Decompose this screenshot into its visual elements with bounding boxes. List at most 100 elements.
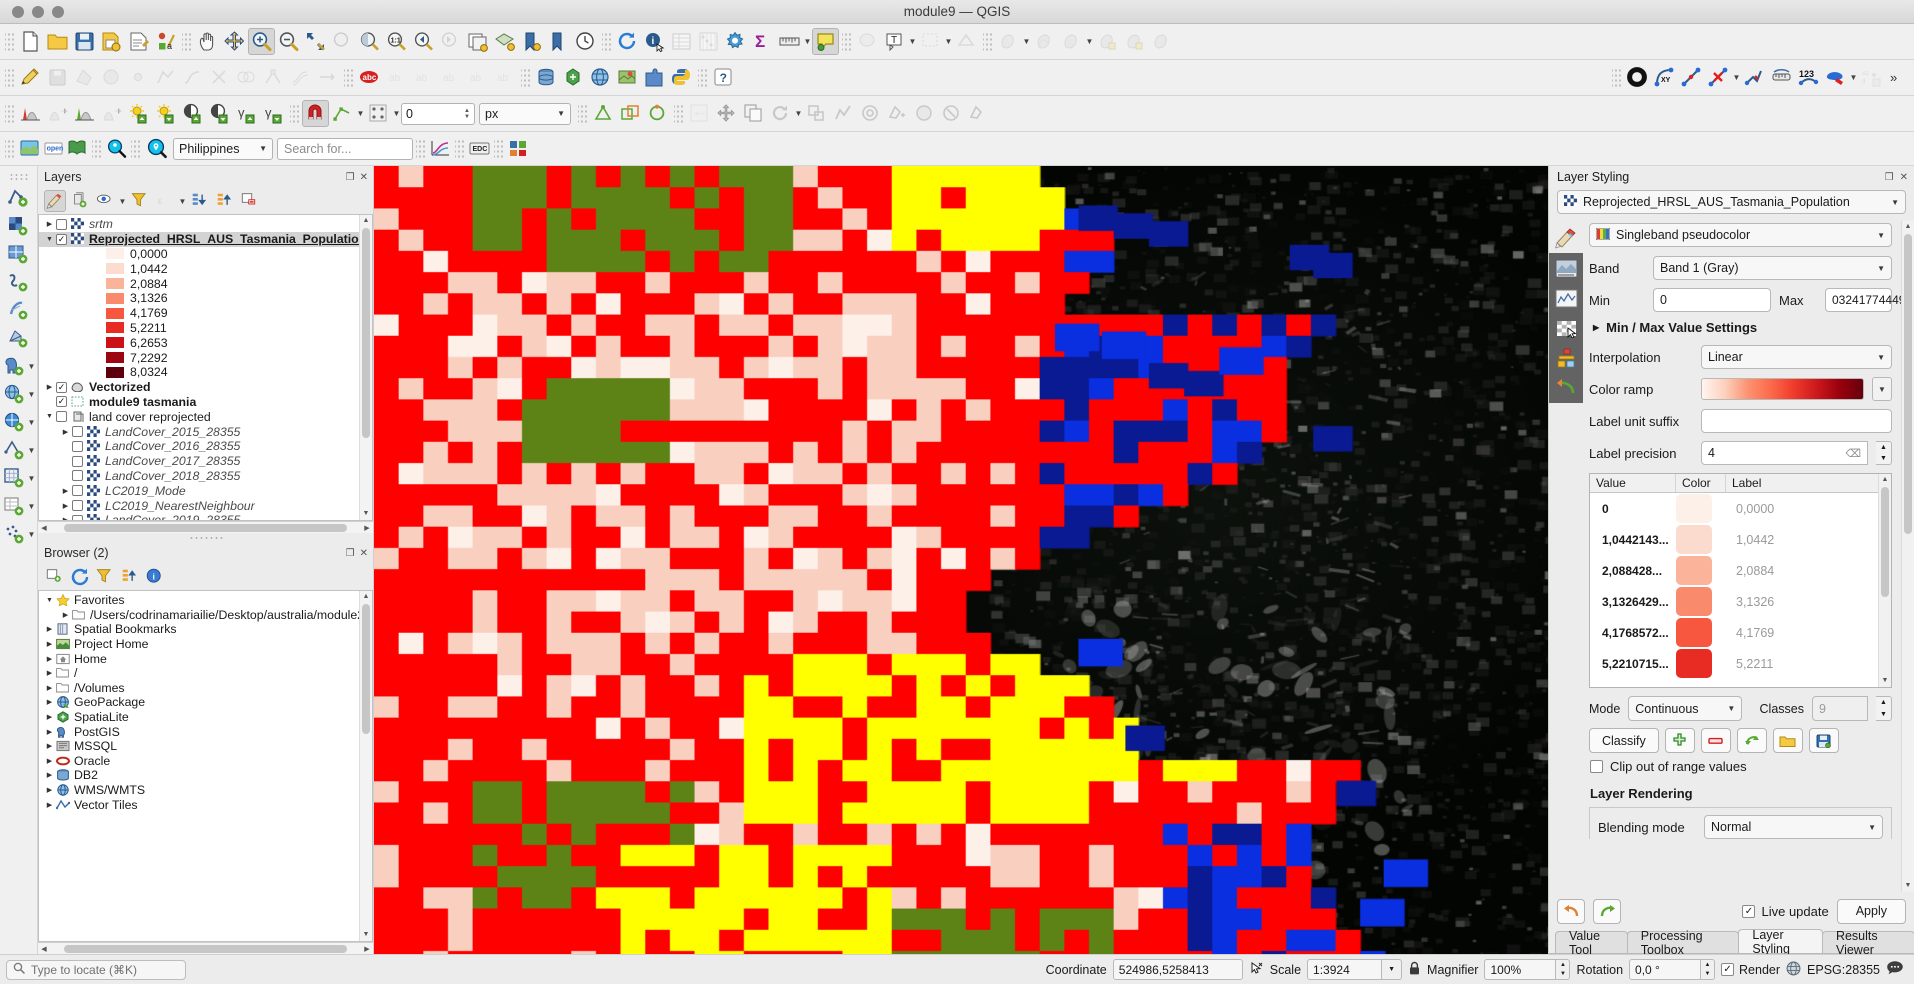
layer-styling-close-icon[interactable]: ✕ [1900, 172, 1908, 183]
layer-visibility-checkbox[interactable]: ✓ [56, 396, 67, 408]
histogram-stretch-full-icon[interactable] [44, 100, 71, 127]
toggle-editing-icon[interactable] [17, 64, 44, 91]
zoom-to-selection-icon[interactable] [329, 28, 356, 55]
class-value[interactable]: 2,088428... [1590, 564, 1676, 578]
increase-contrast-icon[interactable] [179, 100, 206, 127]
pan-map-icon[interactable] [194, 28, 221, 55]
help-icon[interactable]: ? [710, 64, 737, 91]
toolbar-handle[interactable] [5, 137, 14, 160]
topological-editing-icon[interactable] [590, 100, 617, 127]
scroll-right-arrow-icon[interactable]: ▶ [361, 524, 373, 532]
tree-item[interactable]: Spatial Bookmarks [39, 622, 372, 637]
delete-part-icon[interactable] [965, 100, 992, 127]
split-features-icon[interactable] [206, 64, 233, 91]
expand-all-icon[interactable] [189, 190, 211, 212]
band-combo[interactable]: Band 1 (Gray) ▼ [1653, 256, 1892, 280]
move-label-icon[interactable]: ab [437, 64, 464, 91]
rotate-feature-icon[interactable] [1031, 28, 1058, 55]
add-line-vertex-icon[interactable] [1678, 64, 1705, 91]
class-table-row[interactable]: 1,0442143... 1,0442 [1590, 524, 1891, 555]
min-input[interactable]: 0 [1653, 288, 1771, 312]
shape-tool-icon[interactable] [1822, 64, 1849, 91]
chevron-right-icon[interactable] [59, 516, 72, 520]
scroll-down-arrow-icon[interactable]: ▼ [363, 508, 370, 520]
max-input[interactable]: 0324177444918003 [1825, 288, 1914, 312]
scroll-left-arrow-icon[interactable]: ◀ [38, 524, 50, 532]
toolbar-handle[interactable] [5, 66, 14, 89]
renderer-type-combo[interactable]: Singleband pseudocolor ▼ [1589, 223, 1892, 247]
class-label[interactable]: 0,0000 [1726, 502, 1774, 516]
new-3d-map-view-icon[interactable] [491, 28, 518, 55]
layers-panel-float-icon[interactable]: ❐ [346, 172, 355, 183]
class-color-cell[interactable] [1676, 649, 1726, 678]
crs-icon[interactable] [1786, 961, 1801, 979]
scale-combo[interactable]: 1:3924 ▼ [1307, 959, 1403, 980]
tree-item[interactable]: 1,0442 [39, 261, 372, 276]
chevron-right-icon[interactable] [43, 728, 56, 736]
minimize-window-button[interactable] [32, 5, 44, 18]
classify-button[interactable]: Classify [1589, 728, 1659, 753]
numeric-vertex-icon[interactable]: 123 [1795, 64, 1822, 91]
tree-item[interactable]: GeoPackage [39, 695, 372, 710]
open-book-icon[interactable] [65, 137, 89, 161]
class-value[interactable]: 1,0442143... [1590, 533, 1676, 547]
tree-item[interactable]: Vector Tiles [39, 797, 372, 812]
open-data-icon[interactable]: open [41, 137, 65, 161]
chevron-right-icon[interactable] [43, 771, 56, 779]
layer-visibility-checkbox[interactable] [56, 411, 67, 423]
chevron-down-icon[interactable]: ▼ [27, 410, 36, 434]
trace-icon[interactable] [179, 64, 206, 91]
new-gpx-layer-icon[interactable] [6, 325, 32, 351]
class-color-swatch[interactable] [1676, 618, 1712, 647]
tree-item[interactable]: LandCover_2015_28355 [39, 424, 372, 439]
temporal-controller-icon[interactable] [506, 137, 530, 161]
select-features-icon[interactable] [854, 28, 881, 55]
rotation-spinner[interactable]: 0,0 ° ▲ ▼ [1629, 959, 1716, 980]
class-color-cell[interactable] [1676, 525, 1726, 554]
scroll-down-arrow-icon[interactable]: ▼ [1905, 880, 1912, 892]
chevron-right-icon[interactable] [43, 655, 56, 663]
load-color-map-button[interactable] [1772, 728, 1803, 753]
self-snapping-icon[interactable] [644, 100, 671, 127]
enable-snapping-icon[interactable] [302, 100, 329, 127]
message-log-icon[interactable] [1886, 960, 1904, 979]
tree-item[interactable]: PostGIS [39, 724, 372, 739]
local-histogram-full-icon[interactable] [98, 100, 125, 127]
style-manager-icon[interactable]: a [152, 28, 179, 55]
scroll-thumb[interactable] [1881, 487, 1889, 597]
chevron-right-icon[interactable] [43, 684, 56, 692]
chevron-right-icon[interactable] [43, 801, 56, 809]
toggle-mouse-coordinate-icon[interactable] [1249, 961, 1264, 979]
class-value[interactable]: 4,1768572... [1590, 626, 1676, 640]
reshape-icon[interactable] [1148, 28, 1175, 55]
measure-line-icon[interactable] [776, 28, 803, 55]
layer-visibility-checkbox[interactable] [72, 514, 83, 520]
class-color-swatch[interactable] [1676, 587, 1712, 616]
chevron-right-icon[interactable] [59, 487, 72, 495]
snapping-type-icon[interactable] [365, 100, 392, 127]
maximize-window-button[interactable] [52, 5, 64, 18]
reverse-line-icon[interactable] [314, 64, 341, 91]
chevron-down-icon[interactable]: ▼ [392, 102, 401, 126]
class-color-cell[interactable] [1676, 556, 1726, 585]
tree-item[interactable]: /Users/codrinamariailie/Desktop/australi… [39, 608, 372, 623]
layer-visibility-checkbox[interactable]: ✓ [56, 233, 67, 245]
vertex-tool-current-icon[interactable] [1121, 28, 1148, 55]
new-spatialite-layer-icon[interactable] [6, 241, 32, 267]
refresh-browser-icon[interactable] [69, 566, 91, 588]
pan-to-selection-icon[interactable] [221, 28, 248, 55]
tab-value-tool[interactable]: Value Tool [1555, 929, 1628, 957]
tree-item[interactable]: MSSQL [39, 739, 372, 754]
scroll-thumb[interactable] [64, 523, 347, 532]
spin-down-icon[interactable]: ▼ [1701, 970, 1714, 980]
remove-class-button[interactable] [1700, 728, 1731, 753]
spin-arrows-icon[interactable]: ▲ ▼ [464, 108, 470, 120]
new-geopackage-layer-icon[interactable] [6, 213, 32, 239]
map-canvas-container[interactable] [374, 166, 1548, 954]
delete-vertex-icon[interactable] [1705, 64, 1732, 91]
tree-item[interactable]: 0,0000 [39, 247, 372, 262]
spin-down-icon[interactable]: ▼ [1876, 453, 1891, 464]
rendering-tab-icon[interactable] [1549, 313, 1583, 343]
window-controls[interactable] [12, 5, 64, 18]
chevron-down-icon[interactable]: ▼ [944, 30, 953, 54]
